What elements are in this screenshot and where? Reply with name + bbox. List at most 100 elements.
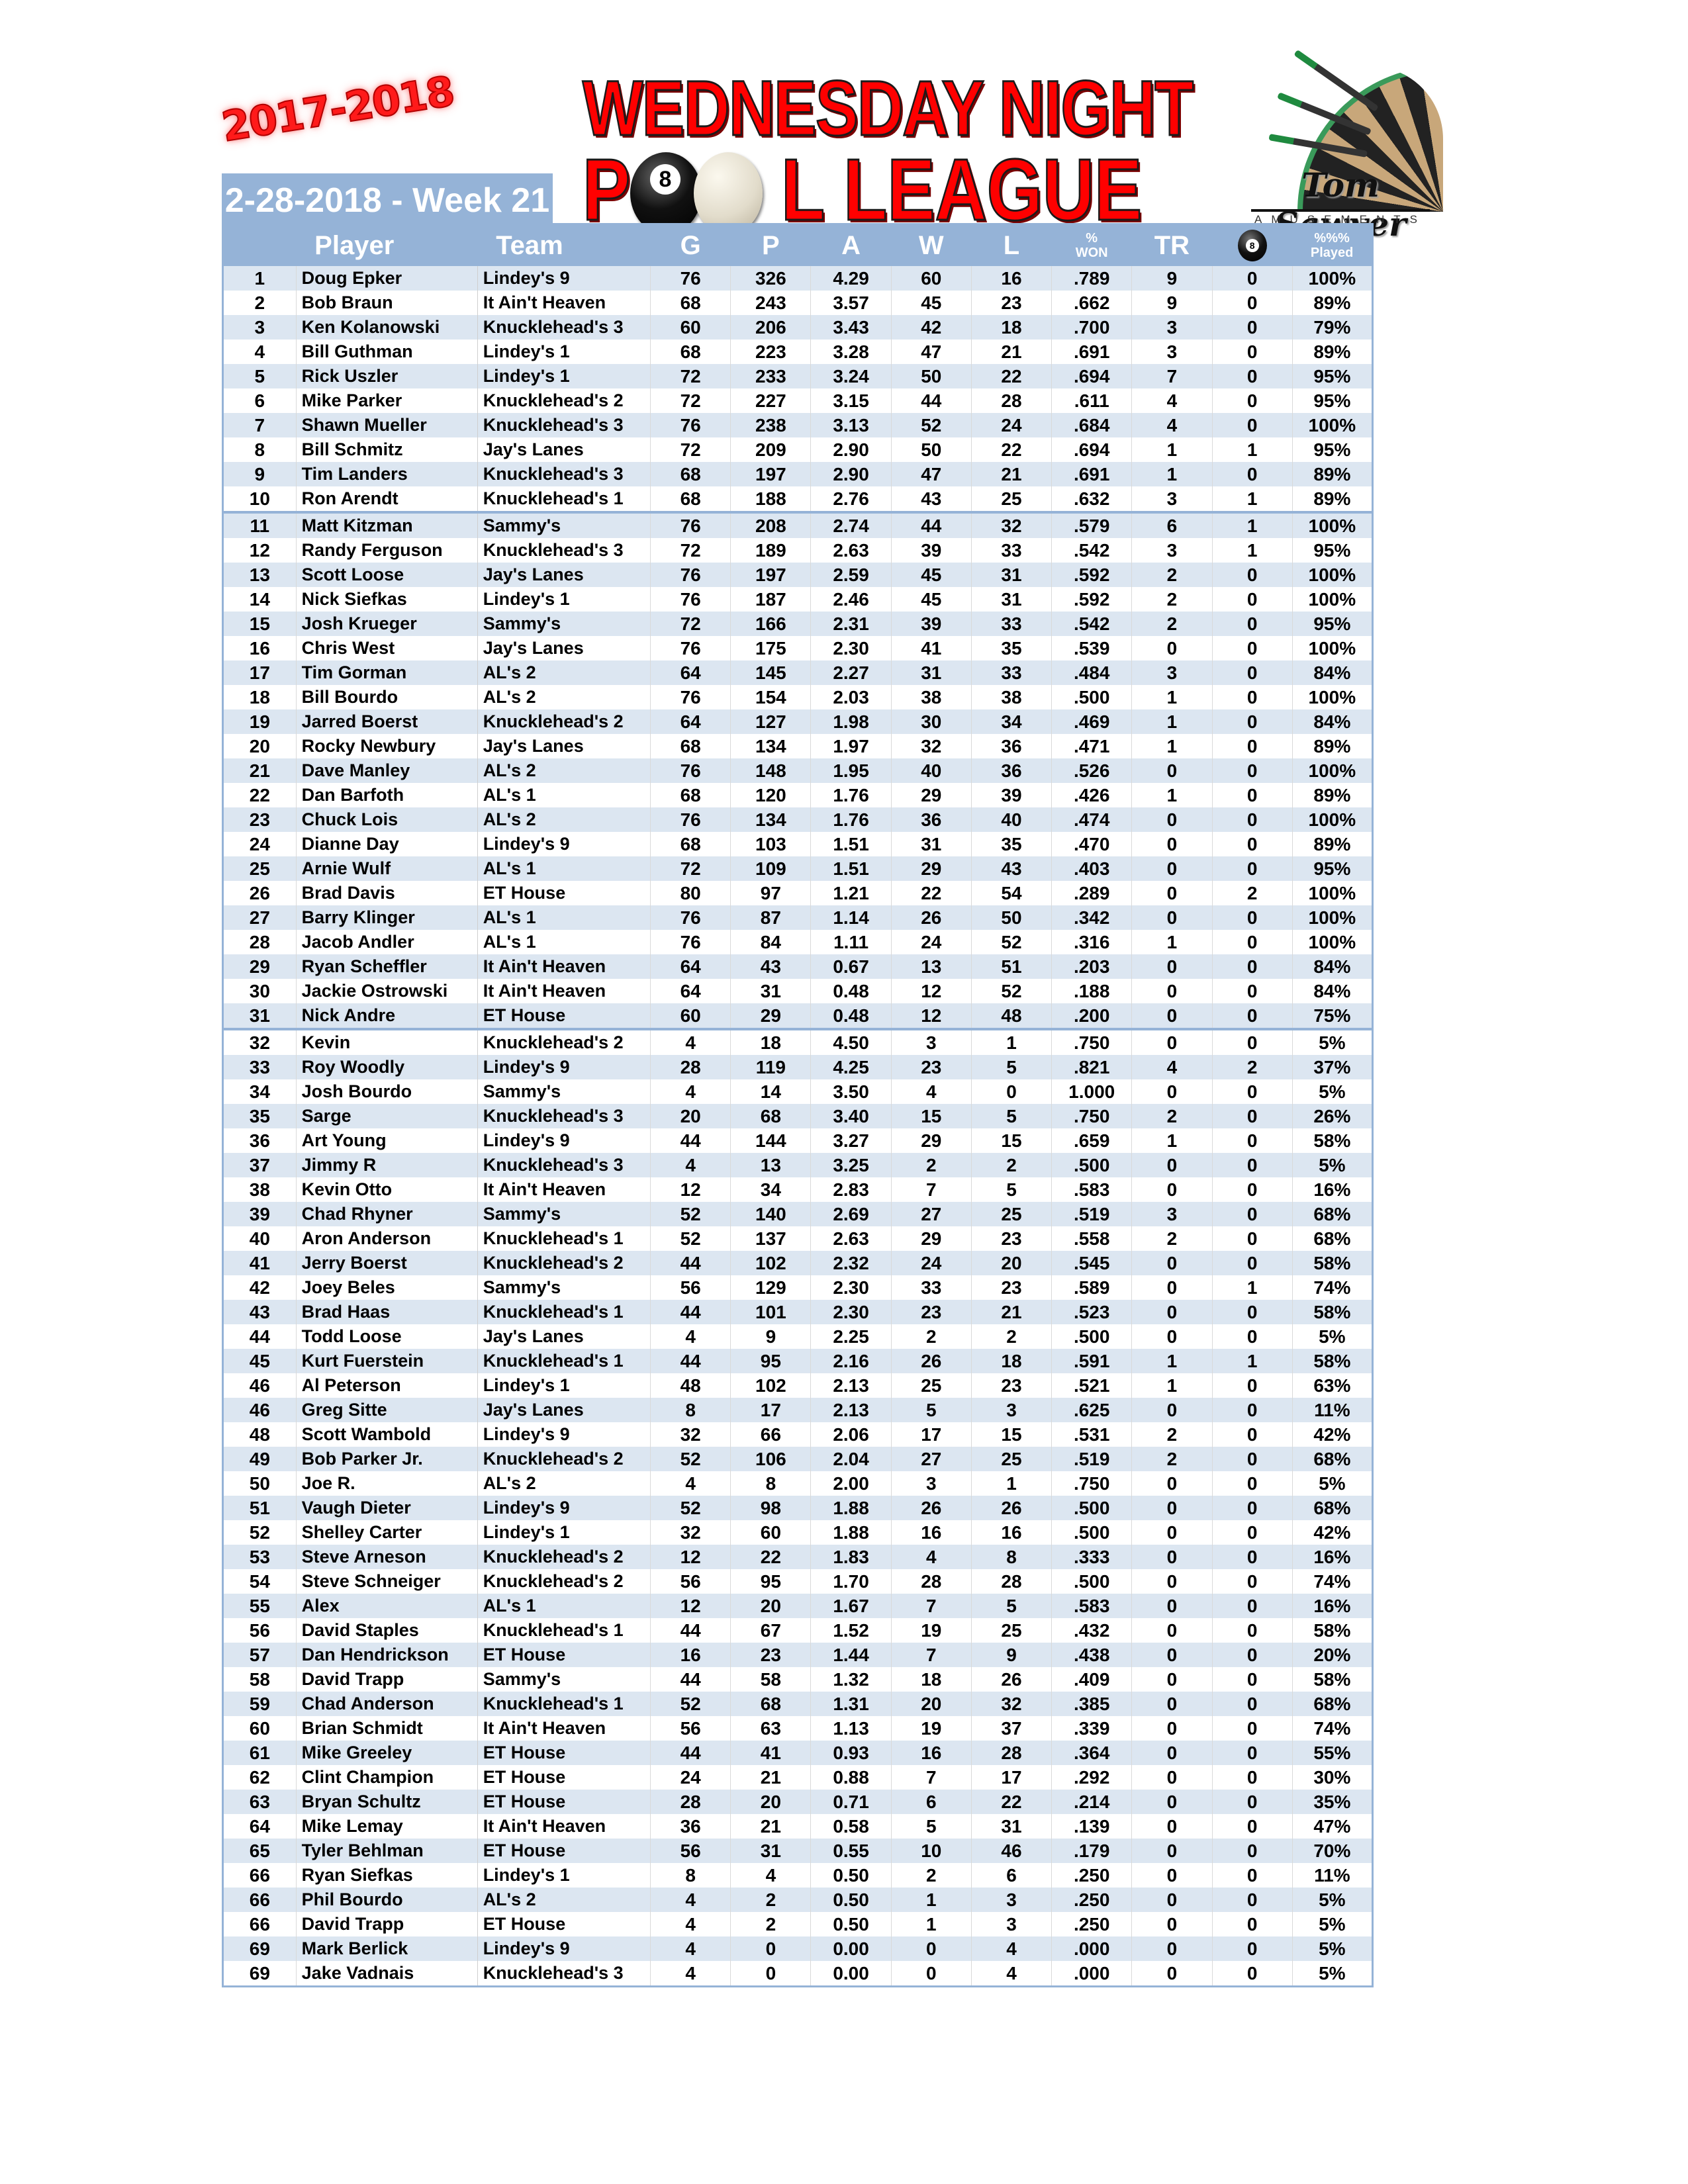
- cell-table-runs: 0: [1131, 1741, 1212, 1765]
- cell-player: Tim Landers: [295, 462, 478, 486]
- cell-percent-played: 84%: [1291, 954, 1373, 979]
- cell-average: 1.83: [810, 1545, 892, 1569]
- cell-points: 98: [730, 1496, 811, 1520]
- cell-average: 0.50: [810, 1888, 892, 1912]
- cell-percent-played: 100%: [1291, 563, 1373, 587]
- cell-wins: 4: [890, 1079, 972, 1104]
- cell-table-runs: 0: [1131, 1765, 1212, 1790]
- cell-percent-won: .821: [1051, 1055, 1132, 1079]
- cell-average: 2.13: [810, 1373, 892, 1398]
- table-row: 53 Steve Arneson Knucklehead's 2 12 22 1.83 4 8…: [222, 1545, 1373, 1569]
- cell-percent-played: 74%: [1291, 1569, 1373, 1594]
- cell-eight-ball: 0: [1211, 364, 1293, 388]
- cell-losses: 28: [970, 1569, 1052, 1594]
- cell-table-runs: 3: [1131, 340, 1212, 364]
- cell-percent-won: .139: [1051, 1814, 1132, 1839]
- cell-wins: 0: [890, 1961, 972, 1987]
- cell-team: Jay's Lanes: [477, 437, 651, 462]
- cell-games: 12: [650, 1545, 731, 1569]
- cell-percent-won: .694: [1051, 364, 1132, 388]
- cell-percent-won: .526: [1051, 758, 1132, 783]
- cell-player: Rick Uszler: [295, 364, 478, 388]
- cell-percent-won: .474: [1051, 807, 1132, 832]
- cell-rank: 29: [222, 954, 297, 979]
- cell-wins: 16: [890, 1520, 972, 1545]
- cell-average: 3.25: [810, 1153, 892, 1177]
- cell-wins: 12: [890, 1003, 972, 1029]
- cell-percent-won: .700: [1051, 315, 1132, 340]
- cell-average: 2.25: [810, 1324, 892, 1349]
- col-percent-played-bottom: Played: [1310, 246, 1354, 260]
- cell-points: 134: [730, 734, 811, 758]
- cell-table-runs: 3: [1131, 1202, 1212, 1226]
- cell-team: Knucklehead's 3: [477, 1104, 651, 1128]
- cell-rank: 54: [222, 1569, 297, 1594]
- cell-losses: 22: [970, 437, 1052, 462]
- cell-player: Brian Schmidt: [295, 1716, 478, 1741]
- cell-rank: 1: [222, 266, 297, 291]
- cell-eight-ball: 0: [1211, 636, 1293, 660]
- cell-eight-ball: 0: [1211, 1936, 1293, 1961]
- cell-eight-ball: 0: [1211, 1569, 1293, 1594]
- cell-eight-ball: 0: [1211, 1251, 1293, 1275]
- cell-player: Scott Loose: [295, 563, 478, 587]
- cell-percent-played: 89%: [1291, 340, 1373, 364]
- table-row: 25 Arnie Wulf AL's 1 72 109 1.51 29 43.403 0 0 95%: [222, 856, 1373, 881]
- cell-rank: 52: [222, 1520, 297, 1545]
- col-team: Team: [477, 224, 651, 266]
- cell-average: 1.98: [810, 709, 892, 734]
- cell-games: 76: [650, 758, 731, 783]
- cell-team: Jay's Lanes: [477, 636, 651, 660]
- table-row: 1 Doug Epker Lindey's 9 76 326 4.29 60 16.789 9 0…: [222, 266, 1373, 291]
- cell-eight-ball: 0: [1211, 413, 1293, 437]
- cell-games: 52: [650, 1496, 731, 1520]
- table-row: 46 Greg Sitte Jay's Lanes 8 17 2.13 5 3.625 0 0 11…: [222, 1398, 1373, 1422]
- header-row: Player Team G P A W L % WON TR 8 %%% Pla…: [222, 224, 1373, 266]
- cell-eight-ball: 0: [1211, 1643, 1293, 1667]
- cell-rank: 17: [222, 660, 297, 685]
- cell-rank: 66: [222, 1863, 297, 1888]
- cell-points: 243: [730, 291, 811, 315]
- cell-games: 4: [650, 1888, 731, 1912]
- cell-rank: 62: [222, 1765, 297, 1790]
- cell-losses: 21: [970, 340, 1052, 364]
- cell-wins: 3: [890, 1471, 972, 1496]
- cell-losses: 52: [970, 979, 1052, 1003]
- cell-eight-ball: 0: [1211, 1104, 1293, 1128]
- cell-losses: 28: [970, 1741, 1052, 1765]
- cell-games: 56: [650, 1275, 731, 1300]
- cell-wins: 33: [890, 1275, 972, 1300]
- cell-games: 8: [650, 1863, 731, 1888]
- cell-games: 76: [650, 636, 731, 660]
- cell-percent-played: 89%: [1291, 734, 1373, 758]
- cell-points: 21: [730, 1765, 811, 1790]
- cell-percent-played: 5%: [1291, 1153, 1373, 1177]
- cell-rank: 31: [222, 1003, 297, 1029]
- cell-rank: 56: [222, 1618, 297, 1643]
- cell-percent-played: 100%: [1291, 685, 1373, 709]
- cell-table-runs: 0: [1131, 1643, 1212, 1667]
- cell-average: 0.71: [810, 1790, 892, 1814]
- eight-ball-number: 8: [650, 164, 680, 195]
- cell-average: 1.44: [810, 1643, 892, 1667]
- cell-average: 2.04: [810, 1447, 892, 1471]
- col-percent-played-top: %%%: [1314, 231, 1350, 246]
- cell-eight-ball: 0: [1211, 685, 1293, 709]
- cell-percent-played: 5%: [1291, 1028, 1373, 1055]
- cell-points: 166: [730, 612, 811, 636]
- cell-wins: 26: [890, 905, 972, 930]
- cell-player: Jimmy R: [295, 1153, 478, 1177]
- cell-games: 76: [650, 930, 731, 954]
- cell-average: 2.46: [810, 587, 892, 612]
- cell-eight-ball: 0: [1211, 1398, 1293, 1422]
- cell-games: 72: [650, 437, 731, 462]
- cell-wins: 7: [890, 1765, 972, 1790]
- cell-table-runs: 0: [1131, 1912, 1212, 1936]
- cell-average: 3.50: [810, 1079, 892, 1104]
- cell-team: Sammy's: [477, 511, 651, 538]
- table-row: 31 Nick Andre ET House 60 29 0.48 12 48.200 0 0 75…: [222, 1003, 1373, 1029]
- cell-team: Lindey's 1: [477, 1863, 651, 1888]
- table-row: 54 Steve Schneiger Knucklehead's 2 56 95 1.70…: [222, 1569, 1373, 1594]
- cell-wins: 52: [890, 413, 972, 437]
- cell-losses: 16: [970, 1520, 1052, 1545]
